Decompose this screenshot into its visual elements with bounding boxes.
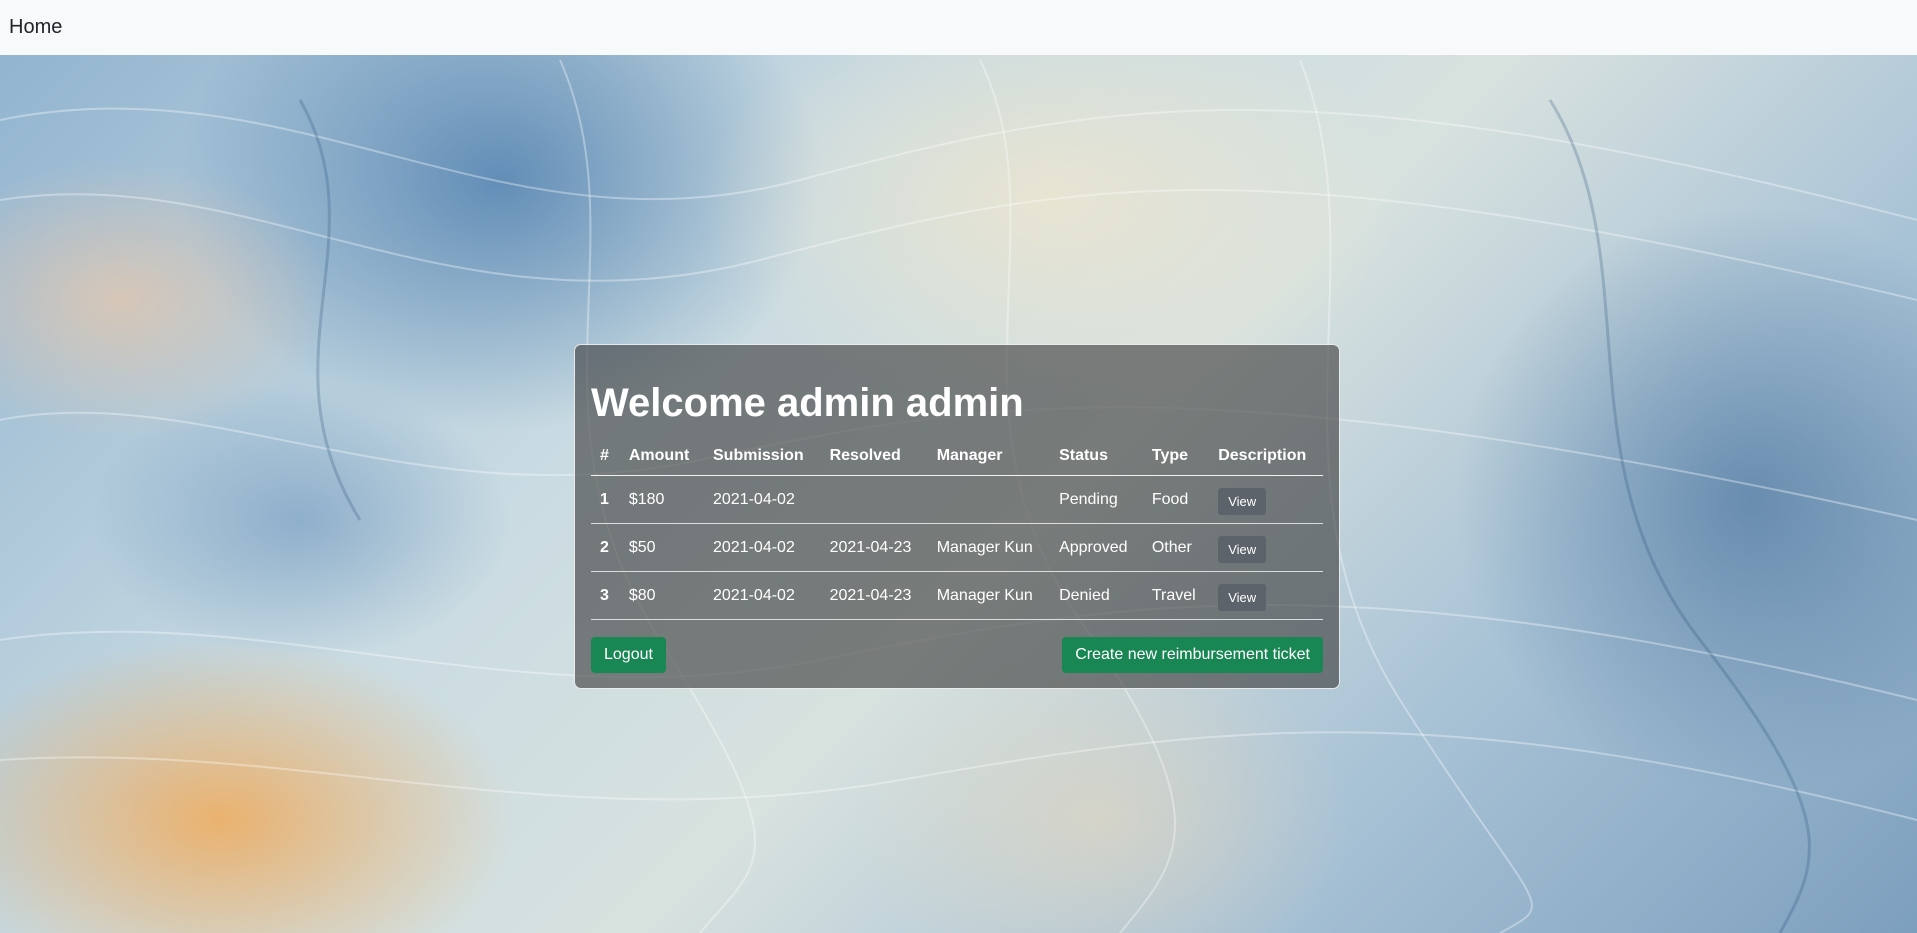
column-header-resolved: Resolved: [820, 437, 928, 476]
cell-status: Pending: [1050, 475, 1143, 524]
column-header-submission: Submission: [704, 437, 821, 476]
panel-actions: Logout Create new reimbursement ticket: [591, 637, 1323, 673]
view-button[interactable]: View: [1218, 488, 1267, 515]
cell-type: Travel: [1142, 571, 1210, 620]
page-title: Welcome admin admin: [591, 381, 1024, 425]
column-header-amount: Amount: [619, 437, 704, 476]
cell-manager: Manager Kun: [927, 523, 1051, 572]
cell-description: View: [1209, 523, 1323, 572]
home-link[interactable]: Home: [9, 16, 62, 39]
cell-submission: 2021-04-02: [704, 523, 821, 572]
cell-number: 2: [591, 523, 620, 572]
column-header-number: #: [591, 437, 620, 476]
cell-amount: $180: [619, 475, 704, 524]
cell-manager: Manager Kun: [927, 571, 1051, 620]
view-button[interactable]: View: [1218, 584, 1267, 611]
cell-number: 1: [591, 475, 620, 524]
table-row: 1 $180 2021-04-02 Pending Food View: [591, 475, 1323, 524]
column-header-description: Description: [1209, 437, 1323, 476]
logout-button[interactable]: Logout: [591, 637, 666, 673]
cell-description: View: [1209, 475, 1323, 524]
navbar: Home: [0, 0, 1917, 55]
cell-amount: $50: [619, 523, 704, 572]
reimbursement-table: # Amount Submission Resolved Manager Sta…: [591, 437, 1323, 620]
cell-resolved: 2021-04-23: [820, 571, 928, 620]
cell-manager: [927, 475, 1051, 524]
cell-amount: $80: [619, 571, 704, 620]
cell-status: Denied: [1050, 571, 1143, 620]
table-header-row: # Amount Submission Resolved Manager Sta…: [591, 437, 1323, 476]
cell-submission: 2021-04-02: [704, 475, 821, 524]
reimbursement-panel: Welcome admin admin # Amount Submission …: [574, 344, 1340, 689]
cell-type: Other: [1142, 523, 1210, 572]
cell-submission: 2021-04-02: [704, 571, 821, 620]
create-ticket-button[interactable]: Create new reimbursement ticket: [1062, 637, 1323, 673]
table-row: 3 $80 2021-04-02 2021-04-23 Manager Kun …: [591, 571, 1323, 620]
cell-number: 3: [591, 571, 620, 620]
cell-description: View: [1209, 571, 1323, 620]
column-header-status: Status: [1050, 437, 1143, 476]
cell-resolved: [820, 475, 928, 524]
view-button[interactable]: View: [1218, 536, 1267, 563]
table-row: 2 $50 2021-04-02 2021-04-23 Manager Kun …: [591, 523, 1323, 572]
cell-status: Approved: [1050, 523, 1143, 572]
cell-resolved: 2021-04-23: [820, 523, 928, 572]
column-header-manager: Manager: [927, 437, 1051, 476]
column-header-type: Type: [1142, 437, 1210, 476]
cell-type: Food: [1142, 475, 1210, 524]
